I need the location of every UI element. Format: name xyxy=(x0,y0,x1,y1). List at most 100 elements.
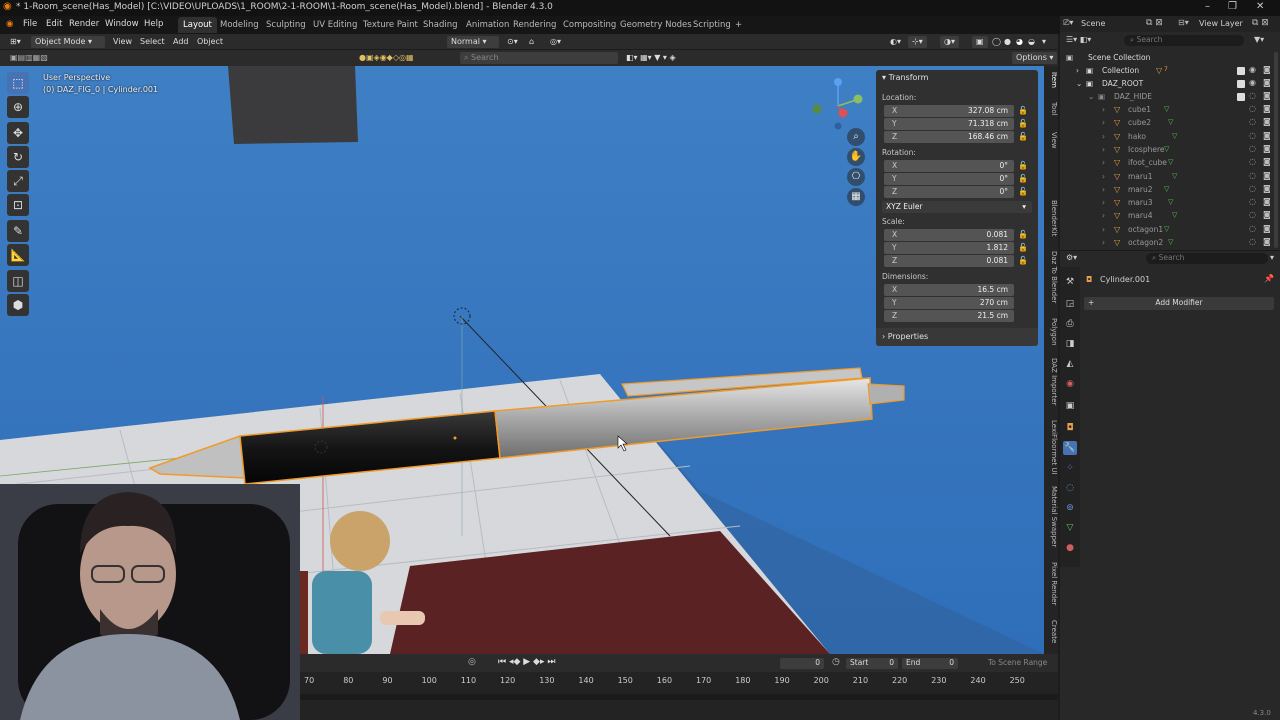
scale-tool-icon[interactable]: ⤢ xyxy=(7,170,29,192)
xray-icon[interactable]: ▣ xyxy=(972,36,988,48)
pan-hand-icon[interactable]: ✋ xyxy=(847,148,865,166)
eye-icon[interactable]: ◉ xyxy=(1249,78,1256,87)
eye-icon[interactable]: ◉ xyxy=(1249,65,1256,74)
current-frame-field[interactable]: 0 xyxy=(780,658,824,669)
clock-icon[interactable]: ◷ xyxy=(832,657,840,667)
tool-tab-icon[interactable]: ⚒ xyxy=(1063,275,1077,289)
tab-layout[interactable]: Layout xyxy=(178,17,217,33)
transform-header[interactable]: ▾ Transform xyxy=(882,73,928,82)
new-viewlayer-icon[interactable]: ⧉ ⊠ xyxy=(1252,18,1269,28)
camera-view-icon[interactable]: ⎔ xyxy=(847,168,865,186)
properties-subpanel-header[interactable]: › Properties xyxy=(876,328,1038,346)
sidetab-create[interactable]: Create xyxy=(1044,620,1058,643)
filter-icons[interactable]: ◧▾ ▦▾ ▼ ▾ ◈ xyxy=(622,52,680,64)
gizmo-icon[interactable]: ⊹▾ xyxy=(908,36,927,48)
navigation-gizmo[interactable] xyxy=(808,74,868,130)
outliner-row[interactable]: › ▣ Collection ▽ 7 ◉ ◙ xyxy=(1060,65,1280,78)
zoom-icon[interactable]: ⌕ xyxy=(847,128,865,146)
modifier-tab-icon[interactable]: 🔧 xyxy=(1063,441,1077,455)
add-cube-tool-icon[interactable]: ◫ xyxy=(7,270,29,292)
blender-menu-icon[interactable]: ◉ xyxy=(6,19,13,29)
checkbox[interactable] xyxy=(1237,80,1245,88)
outliner-row[interactable]: › ▽ cube1 ▽ ◌ ◙ xyxy=(1060,104,1280,117)
viewlayer-icon[interactable]: ⊟▾ xyxy=(1178,18,1189,27)
sidetab-view[interactable]: View xyxy=(1044,132,1058,149)
expand-icon[interactable]: › xyxy=(1102,225,1105,234)
snap-icon[interactable]: ⌂ xyxy=(525,36,538,48)
minimize-button[interactable]: – xyxy=(1205,1,1210,12)
outliner-scene-collection[interactable]: ▣ Scene Collection xyxy=(1060,52,1280,65)
menu-help[interactable]: Help xyxy=(144,19,163,29)
expand-icon[interactable]: › xyxy=(1102,198,1105,207)
view-menu[interactable]: View xyxy=(109,36,136,48)
lock-icon[interactable]: 🔓 xyxy=(1018,256,1028,266)
expand-icon[interactable]: › xyxy=(1102,238,1105,247)
properties-search-input[interactable]: ⌕ Search xyxy=(1146,253,1268,264)
proportional-icon[interactable]: ◎▾ xyxy=(546,36,565,48)
tab-sculpting[interactable]: Sculpting xyxy=(261,17,311,33)
tab-rendering[interactable]: Rendering xyxy=(508,17,561,33)
eye-icon[interactable]: ◌ xyxy=(1249,237,1256,246)
outliner-row[interactable]: › ▽ cube2 ▽ ◌ ◙ xyxy=(1060,117,1280,130)
outliner-row[interactable]: ⌄ ▣ DAZ_HIDE ◌ ◙ xyxy=(1060,91,1280,104)
render-tab-icon[interactable]: ◲ xyxy=(1063,297,1077,311)
sidetab-pixel-render[interactable]: Pixel Render xyxy=(1044,562,1058,605)
select-box-icon[interactable]: ⬚ xyxy=(7,72,29,94)
expand-icon[interactable]: ⌄ xyxy=(1088,92,1094,101)
tab-texture-paint[interactable]: Texture Paint xyxy=(358,17,423,33)
orientation-dropdown[interactable]: Normal ▾ xyxy=(447,36,499,48)
outliner-row[interactable]: › ▽ hako ▽ ◌ ◙ xyxy=(1060,131,1280,144)
eye-icon[interactable]: ◌ xyxy=(1249,131,1256,140)
sidetab-polygon[interactable]: Polygon xyxy=(1044,318,1058,346)
particles-tab-icon[interactable]: ⁘ xyxy=(1063,461,1077,475)
outliner-row[interactable]: › ▽ Icosphere ▽ ◌ ◙ xyxy=(1060,144,1280,157)
eye-icon[interactable]: ◌ xyxy=(1249,171,1256,180)
pivot-icon[interactable]: ⊙▾ xyxy=(503,36,522,48)
add-workspace-button[interactable]: + xyxy=(730,17,747,33)
start-frame-field[interactable]: Start 0 xyxy=(846,658,898,669)
add-menu[interactable]: Add xyxy=(169,36,193,48)
location-x-field[interactable]: X 327.08 cm xyxy=(884,105,1014,117)
measure-tool-icon[interactable]: 📐 xyxy=(7,244,29,266)
lock-icon[interactable]: 🔓 xyxy=(1018,106,1028,116)
camera-icon[interactable]: ◙ xyxy=(1263,171,1271,180)
outliner-row[interactable]: ⌄ ▣ DAZ_ROOT ◉ ◙ xyxy=(1060,78,1280,91)
shading-rendered-icon[interactable]: ◒ xyxy=(1024,36,1039,48)
lock-icon[interactable]: 🔓 xyxy=(1018,119,1028,129)
world-tab-icon[interactable]: ◉ xyxy=(1063,377,1077,391)
close-button[interactable]: ✕ xyxy=(1256,1,1264,12)
expand-icon[interactable]: › xyxy=(1102,172,1105,181)
new-scene-icon[interactable]: ⧉ ⊠ xyxy=(1146,18,1163,28)
camera-icon[interactable]: ◙ xyxy=(1263,91,1271,100)
editor-type-icon[interactable]: ⊞▾ xyxy=(6,36,25,48)
dimensions-z-field[interactable]: Z 21.5 cm xyxy=(884,310,1014,322)
tab-scripting[interactable]: Scripting xyxy=(688,17,736,33)
sidetab-material-swapper[interactable]: Material Swapper xyxy=(1044,486,1058,547)
eye-icon[interactable]: ◌ xyxy=(1249,144,1256,153)
lock-icon[interactable]: 🔓 xyxy=(1018,174,1028,184)
maximize-button[interactable]: ❐ xyxy=(1228,1,1237,12)
scale-z-field[interactable]: Z 0.081 xyxy=(884,255,1014,267)
pin-icon[interactable]: 📌 xyxy=(1264,274,1274,283)
expand-icon[interactable]: › xyxy=(1102,118,1105,127)
rotation-mode-dropdown[interactable]: XYZ Euler ▾ xyxy=(882,201,1032,213)
expand-icon[interactable]: › xyxy=(1102,105,1105,114)
menu-edit[interactable]: Edit xyxy=(46,19,62,29)
camera-icon[interactable]: ◙ xyxy=(1263,210,1271,219)
rotation-y-field[interactable]: Y 0° xyxy=(884,173,1014,185)
expand-icon[interactable]: ⌄ xyxy=(1076,79,1082,88)
eye-icon[interactable]: ◌ xyxy=(1249,157,1256,166)
expand-icon[interactable]: › xyxy=(1102,185,1105,194)
location-y-field[interactable]: Y 71.318 cm xyxy=(884,118,1014,130)
location-z-field[interactable]: Z 168.46 cm xyxy=(884,131,1014,143)
outliner-row[interactable]: › ▽ maru2 ▽ ◌ ◙ xyxy=(1060,184,1280,197)
move-tool-icon[interactable]: ✥ xyxy=(7,122,29,144)
eye-icon[interactable]: ◌ xyxy=(1249,117,1256,126)
tab-animation[interactable]: Animation xyxy=(461,17,514,33)
playback-controls-icon[interactable]: ⏮ ◂◆ ▶ ◆▸ ⏭ xyxy=(498,657,555,667)
camera-icon[interactable]: ◙ xyxy=(1263,157,1271,166)
scene-name[interactable]: Scene xyxy=(1081,19,1105,28)
sidetab-tool[interactable]: Tool xyxy=(1044,102,1058,116)
checkbox[interactable] xyxy=(1237,93,1245,101)
sidetab-daz-importer[interactable]: DAZ Importer xyxy=(1044,358,1058,406)
